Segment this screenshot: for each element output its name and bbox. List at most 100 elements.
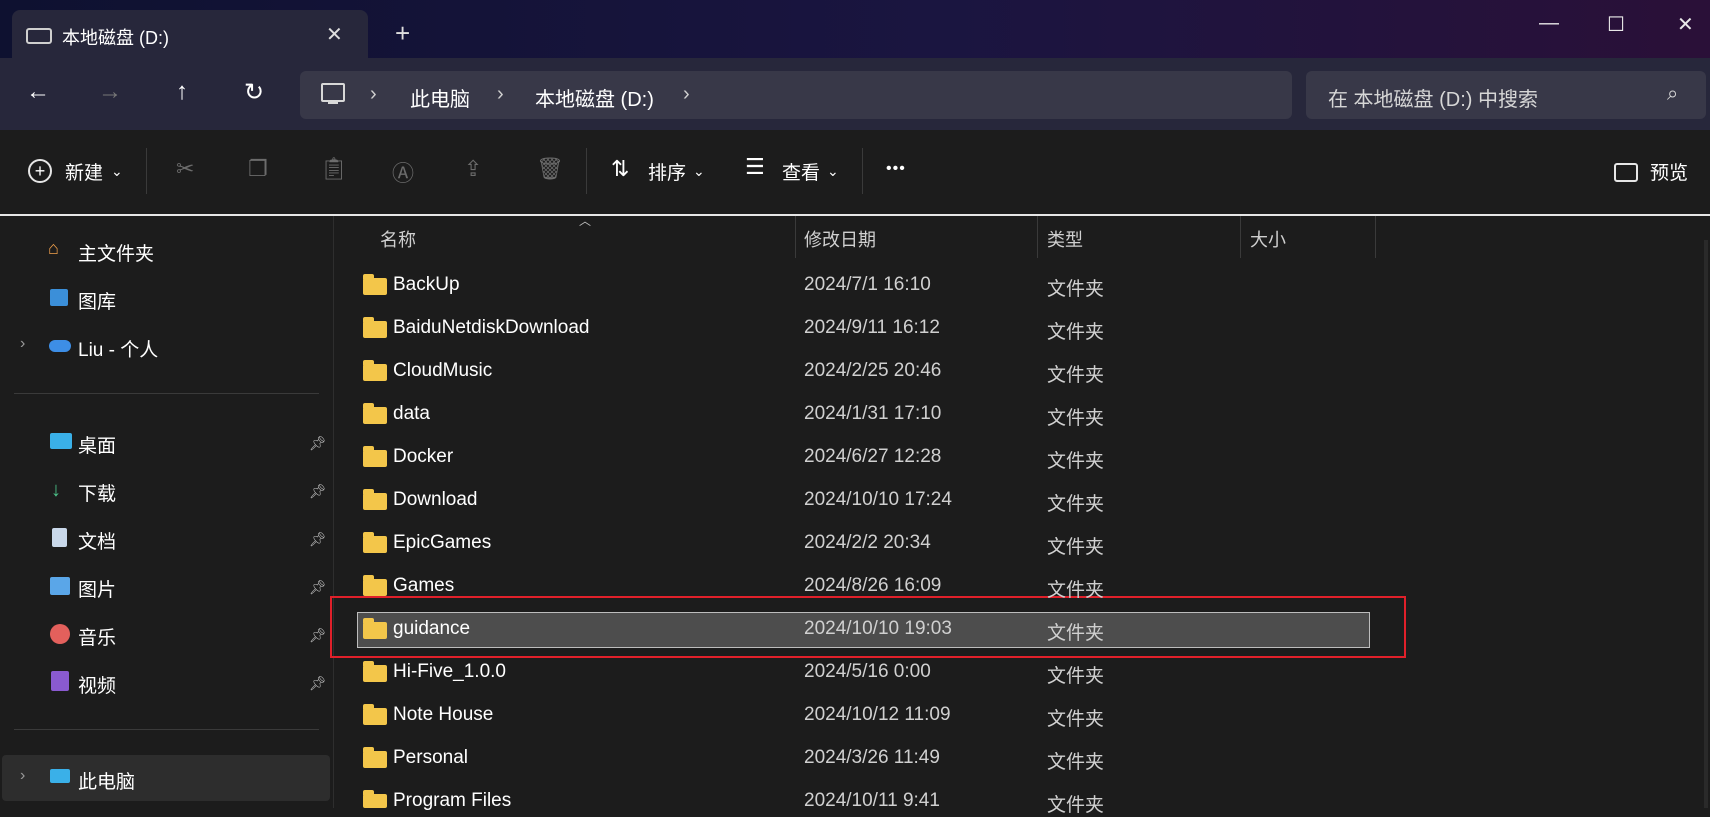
file-name[interactable]: Games — [393, 575, 454, 597]
sidebar-item-pictures[interactable]: 图片 — [78, 575, 116, 602]
breadcrumb-separator[interactable]: › — [497, 83, 504, 106]
sidebar-item-this-pc[interactable]: 此电脑 — [78, 767, 135, 794]
file-type: 文件夹 — [1047, 623, 1105, 644]
file-type: 文件夹 — [1047, 580, 1105, 601]
new-button[interactable]: 新建 — [65, 158, 103, 185]
file-date: 2024/10/11 9:41 — [804, 790, 940, 811]
pictures-icon — [50, 577, 70, 595]
pin-icon[interactable]: 📌︎ — [309, 579, 327, 596]
folder-icon — [363, 446, 387, 467]
tab-close-icon[interactable]: ✕ — [326, 22, 343, 47]
refresh-button[interactable]: ↻ — [234, 78, 274, 107]
preview-button[interactable]: 预览 — [1650, 158, 1688, 185]
file-date: 2024/7/1 16:10 — [804, 274, 931, 295]
file-name[interactable]: Note House — [393, 704, 493, 726]
file-name[interactable]: Hi-Five_1.0.0 — [393, 661, 506, 683]
file-type: 文件夹 — [1047, 795, 1105, 816]
sort-button[interactable]: 排序 — [648, 158, 686, 185]
download-icon: ↓ — [51, 479, 61, 501]
up-button[interactable]: ↑ — [162, 78, 202, 106]
file-name[interactable]: data — [393, 403, 430, 425]
file-name[interactable]: Download — [393, 489, 478, 511]
sidebar-divider — [14, 393, 319, 394]
toolbar-divider — [586, 148, 587, 194]
file-type: 文件夹 — [1047, 752, 1105, 773]
cut-icon[interactable]: ✂ — [176, 156, 194, 182]
file-name[interactable]: Personal — [393, 747, 468, 769]
file-date: 2024/5/16 0:00 — [804, 661, 931, 682]
view-button[interactable]: 查看 — [782, 158, 820, 185]
sidebar-item-music[interactable]: 音乐 — [78, 623, 116, 650]
sidebar-item-gallery[interactable]: 图库 — [78, 287, 116, 314]
folder-icon — [363, 403, 387, 424]
computer-icon — [50, 769, 70, 783]
paste-icon[interactable]: 📋︎ — [320, 156, 348, 182]
sidebar-item-onedrive[interactable]: Liu - 个人 — [78, 335, 158, 362]
file-type: 文件夹 — [1047, 365, 1105, 386]
file-name[interactable]: Program Files — [393, 790, 511, 812]
sort-chevron-icon[interactable]: ⌄ — [693, 163, 705, 180]
column-divider[interactable] — [1375, 216, 1376, 258]
expand-chevron-icon[interactable]: › — [20, 335, 25, 353]
file-date: 2024/6/27 12:28 — [804, 446, 942, 467]
file-date: 2024/9/11 16:12 — [804, 317, 940, 338]
search-input[interactable]: 在 本地磁盘 (D:) 中搜索 — [1328, 83, 1538, 112]
pane-divider[interactable] — [333, 216, 334, 808]
new-icon: + — [28, 159, 52, 183]
copy-icon[interactable]: ❐ — [248, 156, 268, 182]
search-icon[interactable]: ⌕ — [1667, 83, 1678, 106]
rename-icon[interactable]: Ⓐ — [392, 156, 414, 188]
close-window-button[interactable]: ✕ — [1677, 12, 1694, 37]
new-chevron-icon[interactable]: ⌄ — [111, 163, 123, 180]
file-name-selected[interactable]: guidance — [393, 618, 470, 640]
forward-button[interactable]: → — [90, 78, 130, 106]
folder-icon — [363, 489, 387, 510]
breadcrumb-separator[interactable]: › — [683, 83, 690, 106]
column-divider[interactable] — [1037, 216, 1038, 258]
pin-icon[interactable]: 📌︎ — [309, 435, 327, 452]
file-name[interactable]: EpicGames — [393, 532, 491, 554]
folder-icon — [363, 575, 387, 596]
column-header-date[interactable]: 修改日期 — [804, 226, 876, 252]
sidebar-item-desktop[interactable]: 桌面 — [78, 431, 116, 458]
pin-icon[interactable]: 📌︎ — [309, 675, 327, 692]
breadcrumb-separator[interactable]: › — [370, 83, 377, 106]
column-header-size[interactable]: 大小 — [1250, 226, 1286, 252]
view-chevron-icon[interactable]: ⌄ — [827, 163, 839, 180]
sidebar-item-home[interactable]: 主文件夹 — [78, 239, 154, 266]
share-icon[interactable]: ⇪ — [464, 156, 482, 182]
more-options-button[interactable]: ••• — [886, 160, 906, 178]
pin-icon[interactable]: 📌︎ — [309, 483, 327, 500]
file-name[interactable]: BaiduNetdiskDownload — [393, 317, 589, 339]
file-name[interactable]: CloudMusic — [393, 360, 492, 382]
column-header-type[interactable]: 类型 — [1047, 226, 1083, 252]
sidebar-item-videos[interactable]: 视频 — [78, 671, 116, 698]
new-tab-button[interactable]: + — [395, 18, 410, 49]
sidebar-item-documents[interactable]: 文档 — [78, 527, 116, 554]
scrollbar[interactable] — [1704, 240, 1708, 808]
file-type: 文件夹 — [1047, 322, 1105, 343]
column-divider[interactable] — [1240, 216, 1241, 258]
maximize-button[interactable]: ☐ — [1607, 12, 1625, 37]
view-icon: ☰ — [745, 154, 765, 179]
home-icon: ⌂ — [48, 238, 59, 258]
expand-chevron-icon[interactable]: › — [20, 767, 25, 785]
sidebar-item-downloads[interactable]: 下载 — [78, 479, 116, 506]
breadcrumb-this-pc[interactable]: 此电脑 — [410, 83, 470, 112]
file-date: 2024/1/31 17:10 — [804, 403, 942, 424]
minimize-button[interactable]: — — [1539, 12, 1559, 35]
pin-icon[interactable]: 📌︎ — [309, 531, 327, 548]
cloud-icon — [49, 340, 71, 352]
preview-pane-icon — [1614, 163, 1638, 182]
file-date: 2024/2/25 20:46 — [804, 360, 942, 381]
back-button[interactable]: ← — [18, 78, 58, 106]
file-name[interactable]: Docker — [393, 446, 453, 468]
pin-icon[interactable]: 📌︎ — [309, 627, 327, 644]
breadcrumb-drive-d[interactable]: 本地磁盘 (D:) — [535, 83, 654, 112]
monitor-stand-icon — [328, 102, 338, 104]
delete-icon[interactable]: 🗑︎ — [536, 156, 564, 182]
column-header-name[interactable]: 名称 — [380, 226, 416, 252]
toolbar-divider — [146, 148, 147, 194]
column-divider[interactable] — [795, 216, 796, 258]
file-name[interactable]: BackUp — [393, 274, 460, 296]
